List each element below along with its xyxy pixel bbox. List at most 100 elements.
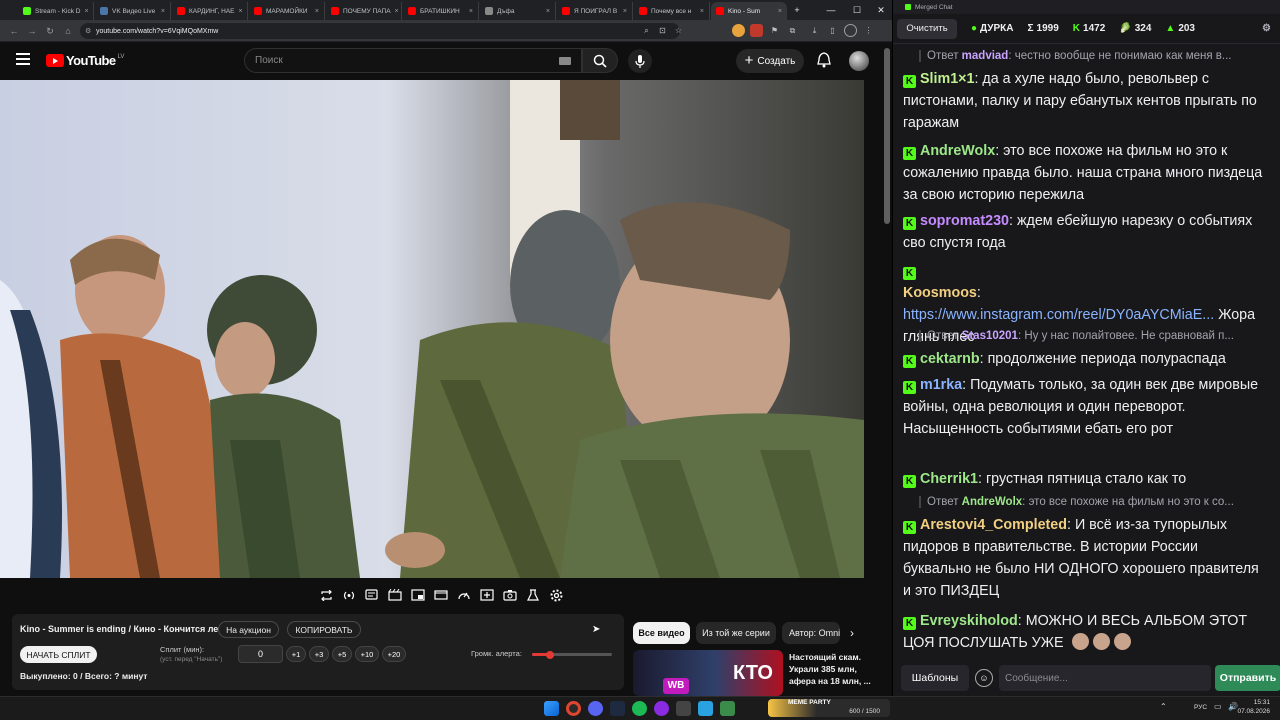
menu-dots-icon[interactable]: ⋮ — [862, 24, 875, 37]
extension-icon[interactable] — [750, 24, 763, 37]
chip-author[interactable]: Автор: Omni — [782, 622, 840, 644]
close-tab-icon[interactable]: × — [161, 8, 165, 15]
profile-icon[interactable] — [844, 24, 857, 37]
send-button[interactable]: Отправить — [1215, 665, 1280, 691]
add-20-minutes-button[interactable]: +20 — [382, 646, 406, 662]
chat-link[interactable]: https://www.instagram.com/reel/DY0aAYCMi… — [903, 307, 1214, 323]
app-icon[interactable] — [676, 701, 691, 716]
extensions-puzzle-icon[interactable]: ⧉ — [786, 24, 799, 37]
reply-username[interactable]: Stas10201 — [962, 330, 1018, 342]
message-input[interactable]: Сообщение... — [999, 665, 1211, 691]
close-tab-icon[interactable]: × — [395, 8, 399, 15]
chevron-right-icon[interactable]: › — [850, 626, 854, 640]
add-video-icon[interactable] — [479, 587, 495, 603]
search-input[interactable]: Поиск — [244, 48, 582, 73]
add-3-minutes-button[interactable]: +3 — [309, 646, 329, 662]
alert-volume-slider[interactable] — [532, 650, 612, 659]
copy-button[interactable]: КОПИРОВАТЬ — [287, 621, 361, 638]
steam-icon[interactable] — [610, 701, 625, 716]
browser-tab[interactable]: КАРДИНГ, НАЕ × — [172, 2, 248, 20]
chat-username[interactable]: Arestovi4_Completed — [920, 517, 1067, 533]
browser-tab[interactable]: Почему все н × — [634, 2, 710, 20]
chat-username[interactable]: Koosmoos — [903, 285, 977, 301]
chip-all-videos[interactable]: Все видео — [633, 622, 690, 644]
reply-username[interactable]: madviad — [962, 50, 1009, 62]
browser-tab[interactable]: БРАТИШКИН × — [403, 2, 479, 20]
close-tab-icon[interactable]: × — [315, 8, 319, 15]
split-minutes-input[interactable]: 0 — [238, 645, 283, 663]
chat-username[interactable]: m1rka — [920, 377, 962, 393]
bookmark-star-icon[interactable]: ☆ — [672, 24, 685, 37]
zoom-icon[interactable]: ⌕ — [640, 24, 653, 37]
chat-username[interactable]: AndreWolx — [920, 143, 995, 159]
chat-username[interactable]: Slim1×1 — [920, 71, 974, 87]
browser-tab[interactable]: Я ПОИГРАЛ В × — [557, 2, 633, 20]
site-info-icon[interactable]: ⚙ — [85, 27, 91, 35]
loop-icon[interactable] — [318, 587, 334, 603]
browser-tab[interactable]: ПОЧЕМУ ПАПА × — [326, 2, 402, 20]
clip-icon[interactable] — [387, 587, 403, 603]
discord-icon[interactable] — [588, 701, 603, 716]
minimize-icon[interactable]: — — [818, 0, 844, 20]
browser-tab[interactable]: Kino - Sum × — [711, 2, 787, 20]
close-tab-icon[interactable]: × — [778, 8, 782, 15]
address-bar[interactable]: ⚙ youtube.com/watch?v=6VqiMQoMXmw — [80, 23, 680, 39]
back-icon[interactable]: ← — [6, 23, 22, 39]
add-5-minutes-button[interactable]: +5 — [332, 646, 352, 662]
search-button[interactable] — [582, 48, 618, 73]
tray-chevron-icon[interactable]: ⌃ — [1160, 702, 1167, 711]
screenshot-camera-icon[interactable] — [502, 587, 518, 603]
cinema-mode-icon[interactable] — [433, 587, 449, 603]
chip-same-series[interactable]: Из той же серии — [696, 622, 776, 644]
forward-icon[interactable]: → — [24, 23, 40, 39]
broadcast-icon[interactable] — [341, 587, 357, 603]
close-tab-icon[interactable]: × — [623, 8, 627, 15]
split-view-icon[interactable]: ▯ — [826, 24, 839, 37]
video-thumbnail[interactable]: КТО WB — [633, 650, 783, 696]
send-to-auction-button[interactable]: На аукцион — [218, 621, 279, 638]
home-icon[interactable]: ⌂ — [60, 23, 76, 39]
create-button[interactable]: + Создать — [736, 49, 804, 73]
chrome-icon[interactable] — [566, 701, 581, 716]
meme-party-widget[interactable]: MEME PARTY 600 / 1500 — [768, 699, 890, 717]
new-tab-button[interactable]: + — [784, 0, 810, 20]
language-indicator[interactable]: РУС — [1194, 704, 1207, 711]
reload-icon[interactable]: ↻ — [42, 23, 58, 39]
chat-username[interactable]: Evreyskiholod — [920, 613, 1018, 629]
close-tab-icon[interactable]: × — [546, 8, 550, 15]
close-tab-icon[interactable]: × — [85, 8, 89, 15]
spotify-icon[interactable] — [632, 701, 647, 716]
extension-icon[interactable]: ⚑ — [768, 24, 781, 37]
close-tab-icon[interactable]: × — [700, 8, 704, 15]
templates-button[interactable]: Шаблоны — [901, 665, 969, 691]
hamburger-menu-icon[interactable] — [16, 53, 30, 65]
video-player[interactable] — [0, 80, 864, 578]
app-icon[interactable] — [654, 701, 669, 716]
settings-gear-icon[interactable] — [548, 587, 564, 603]
start-split-button[interactable]: НАЧАТЬ СПЛИТ — [20, 646, 97, 663]
install-icon[interactable]: ⊡ — [656, 24, 669, 37]
app-icon[interactable] — [720, 701, 735, 716]
chat-reply-context[interactable]: Ответ madviad: честно вообще не понимаю … — [919, 48, 1269, 64]
picture-in-picture-icon[interactable] — [410, 587, 426, 603]
chat-reply-context[interactable]: Ответ AndreWolx: это все похоже на фильм… — [919, 494, 1269, 510]
browser-tab[interactable]: Stream - Kick D × — [18, 2, 94, 20]
clock[interactable]: 15:31 07.08.2026 — [1237, 698, 1270, 716]
alert-volume-knob[interactable] — [545, 650, 554, 659]
youtube-logo[interactable]: YouTube LV — [46, 53, 124, 68]
clear-chat-button[interactable]: Очистить — [897, 18, 957, 39]
notifications-button[interactable] — [814, 50, 834, 70]
recommended-video-title[interactable]: Настоящий скам. Украли 385 млн, афера на… — [789, 651, 871, 687]
close-tab-icon[interactable]: × — [239, 8, 243, 15]
chat-username[interactable]: sopromat230 — [920, 213, 1009, 229]
chat-username[interactable]: Cherrik1 — [920, 471, 978, 487]
windows-start-icon[interactable] — [544, 701, 559, 716]
browser-tab[interactable]: МАРАМОЙКИ × — [249, 2, 325, 20]
chat-username[interactable]: cektarnb — [920, 351, 980, 367]
download-icon[interactable]: ⤓ — [808, 24, 821, 37]
browser-tab[interactable]: Дъфа × — [480, 2, 556, 20]
avatar[interactable] — [849, 51, 869, 71]
maximize-icon[interactable]: ☐ — [844, 0, 870, 20]
emoji-icon[interactable]: ☺ — [975, 669, 993, 687]
keyboard-icon[interactable] — [559, 57, 571, 65]
